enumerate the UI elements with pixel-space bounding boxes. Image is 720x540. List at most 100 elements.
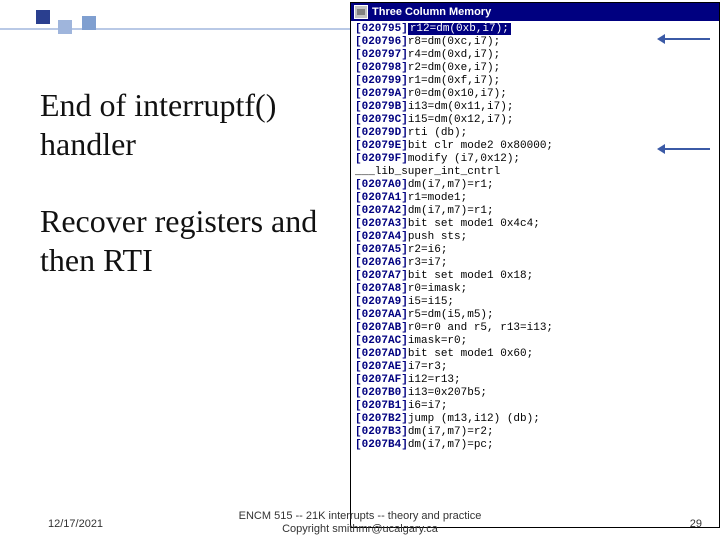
annotation-arrow <box>660 148 710 150</box>
decor-square <box>36 10 50 24</box>
memory-window: Three Column Memory [020795]r12=dm(0xb,i… <box>350 2 720 528</box>
memory-instruction: r3=i7; <box>408 257 448 269</box>
memory-row[interactable]: [0207AE]i7=r3; <box>355 361 715 374</box>
memory-address: [0207A0] <box>355 179 408 191</box>
memory-instruction: dm(i7,m7)=r2; <box>408 426 494 438</box>
memory-instruction: bit set mode1 0x60; <box>408 348 533 360</box>
memory-row[interactable]: [0207AA]r5=dm(i5,m5); <box>355 309 715 322</box>
memory-row[interactable]: [02079F]modify (i7,0x12); <box>355 153 715 166</box>
memory-address: [0207A9] <box>355 296 408 308</box>
memory-instruction: r8=dm(0xc,i7); <box>408 36 500 48</box>
memory-instruction: r2=dm(0xe,i7); <box>408 62 500 74</box>
memory-instruction: r0=dm(0x10,i7); <box>408 88 507 100</box>
memory-instruction: ___lib_super_int_cntrl <box>355 166 500 178</box>
memory-instruction: r4=dm(0xd,i7); <box>408 49 500 61</box>
memory-row[interactable]: [0207B1]i6=i7; <box>355 400 715 413</box>
memory-row[interactable]: [02079A]r0=dm(0x10,i7); <box>355 88 715 101</box>
memory-address: [0207AA] <box>355 309 408 321</box>
memory-instruction: imask=r0; <box>408 335 467 347</box>
heading-2: Recover registers and then RTI <box>40 202 340 280</box>
memory-instruction: i12=r13; <box>408 374 461 386</box>
memory-address: [0207A5] <box>355 244 408 256</box>
slide-decoration <box>0 0 350 90</box>
memory-row[interactable]: [0207A9]i5=i15; <box>355 296 715 309</box>
memory-instruction: modify (i7,0x12); <box>408 153 520 165</box>
memory-instruction: dm(i7,m7)=r1; <box>408 205 494 217</box>
memory-address: [0207AE] <box>355 361 408 373</box>
memory-row[interactable]: [02079C]i15=dm(0x12,i7); <box>355 114 715 127</box>
memory-row[interactable]: [0207A1]r1=mode1; <box>355 192 715 205</box>
memory-instruction: bit set mode1 0x18; <box>408 270 533 282</box>
memory-row[interactable]: [0207A6]r3=i7; <box>355 257 715 270</box>
memory-window-titlebar[interactable]: Three Column Memory <box>351 3 719 21</box>
memory-row[interactable]: [0207A7]bit set mode1 0x18; <box>355 270 715 283</box>
memory-address: [0207A6] <box>355 257 408 269</box>
memory-address: [0207B0] <box>355 387 408 399</box>
memory-row[interactable]: [020799]r1=dm(0xf,i7); <box>355 75 715 88</box>
memory-address: [0207B3] <box>355 426 408 438</box>
memory-instruction: push sts; <box>408 231 467 243</box>
memory-row[interactable]: [0207A0]dm(i7,m7)=r1; <box>355 179 715 192</box>
memory-instruction: dm(i7,m7)=r1; <box>408 179 494 191</box>
memory-row[interactable]: [020798]r2=dm(0xe,i7); <box>355 62 715 75</box>
memory-instruction: i15=dm(0x12,i7); <box>408 114 514 126</box>
memory-address: [020798] <box>355 62 408 74</box>
memory-address: [0207AD] <box>355 348 408 360</box>
memory-instruction: r2=i6; <box>408 244 448 256</box>
memory-instruction: dm(i7,m7)=pc; <box>408 439 494 451</box>
memory-address: [0207A3] <box>355 218 408 230</box>
memory-row[interactable]: [0207AD]bit set mode1 0x60; <box>355 348 715 361</box>
memory-row[interactable]: [0207B0]i13=0x207b5; <box>355 387 715 400</box>
memory-instruction: rti (db); <box>408 127 467 139</box>
memory-row[interactable]: [0207B4]dm(i7,m7)=pc; <box>355 439 715 452</box>
memory-address: [0207A2] <box>355 205 408 217</box>
memory-address: [0207A1] <box>355 192 408 204</box>
window-sys-icon[interactable] <box>354 5 368 19</box>
memory-row[interactable]: [0207B2]jump (m13,i12) (db); <box>355 413 715 426</box>
memory-address: [02079C] <box>355 114 408 126</box>
annotation-arrow <box>660 38 710 40</box>
memory-instruction: i5=i15; <box>408 296 454 308</box>
memory-address: [02079B] <box>355 101 408 113</box>
memory-row[interactable]: [0207B3]dm(i7,m7)=r2; <box>355 426 715 439</box>
slide-body: End of interruptf() handler Recover regi… <box>40 86 340 280</box>
memory-instruction: r1=dm(0xf,i7); <box>408 75 500 87</box>
decor-line <box>0 28 350 30</box>
memory-row[interactable]: [020797]r4=dm(0xd,i7); <box>355 49 715 62</box>
memory-row[interactable]: [02079D]rti (db); <box>355 127 715 140</box>
memory-instruction: i7=r3; <box>408 361 448 373</box>
memory-row[interactable]: [0207A4]push sts; <box>355 231 715 244</box>
memory-address: [02079A] <box>355 88 408 100</box>
memory-address: [020795] <box>355 23 408 35</box>
memory-instruction: jump (m13,i12) (db); <box>408 413 540 425</box>
memory-row[interactable]: [0207AB]r0=r0 and r5, r13=i13; <box>355 322 715 335</box>
memory-row[interactable]: [0207A8]r0=imask; <box>355 283 715 296</box>
memory-row[interactable]: [02079B]i13=dm(0x11,i7); <box>355 101 715 114</box>
memory-row[interactable]: [0207AF]i12=r13; <box>355 374 715 387</box>
heading-1: End of interruptf() handler <box>40 86 340 164</box>
memory-listing[interactable]: [020795]r12=dm(0xb,i7);[020796]r8=dm(0xc… <box>351 21 719 454</box>
memory-address: [0207AB] <box>355 322 408 334</box>
memory-instruction: r0=imask; <box>408 283 467 295</box>
memory-instruction: bit set mode1 0x4c4; <box>408 218 540 230</box>
memory-row[interactable]: [0207A2]dm(i7,m7)=r1; <box>355 205 715 218</box>
memory-address: [02079D] <box>355 127 408 139</box>
memory-instruction: bit clr mode2 0x80000; <box>408 140 553 152</box>
memory-instruction: i13=dm(0x11,i7); <box>408 101 514 113</box>
memory-instruction: r0=r0 and r5, r13=i13; <box>408 322 553 334</box>
footer-page: 29 <box>690 518 702 530</box>
memory-address: [020799] <box>355 75 408 87</box>
footer-line2: Copyright smithmr@ucalgary.ca <box>282 523 438 535</box>
memory-address: [0207AC] <box>355 335 408 347</box>
memory-instruction: r5=dm(i5,m5); <box>408 309 494 321</box>
memory-row[interactable]: [0207AC]imask=r0; <box>355 335 715 348</box>
memory-address: [0207AF] <box>355 374 408 386</box>
memory-address: [0207B1] <box>355 400 408 412</box>
memory-instruction: i13=0x207b5; <box>408 387 487 399</box>
memory-row[interactable]: ___lib_super_int_cntrl <box>355 166 715 179</box>
memory-row[interactable]: [0207A5]r2=i6; <box>355 244 715 257</box>
decor-square <box>58 20 72 34</box>
memory-row[interactable]: [0207A3]bit set mode1 0x4c4; <box>355 218 715 231</box>
memory-address: [0207A7] <box>355 270 408 282</box>
memory-instruction: r12=dm(0xb,i7); <box>408 23 511 35</box>
